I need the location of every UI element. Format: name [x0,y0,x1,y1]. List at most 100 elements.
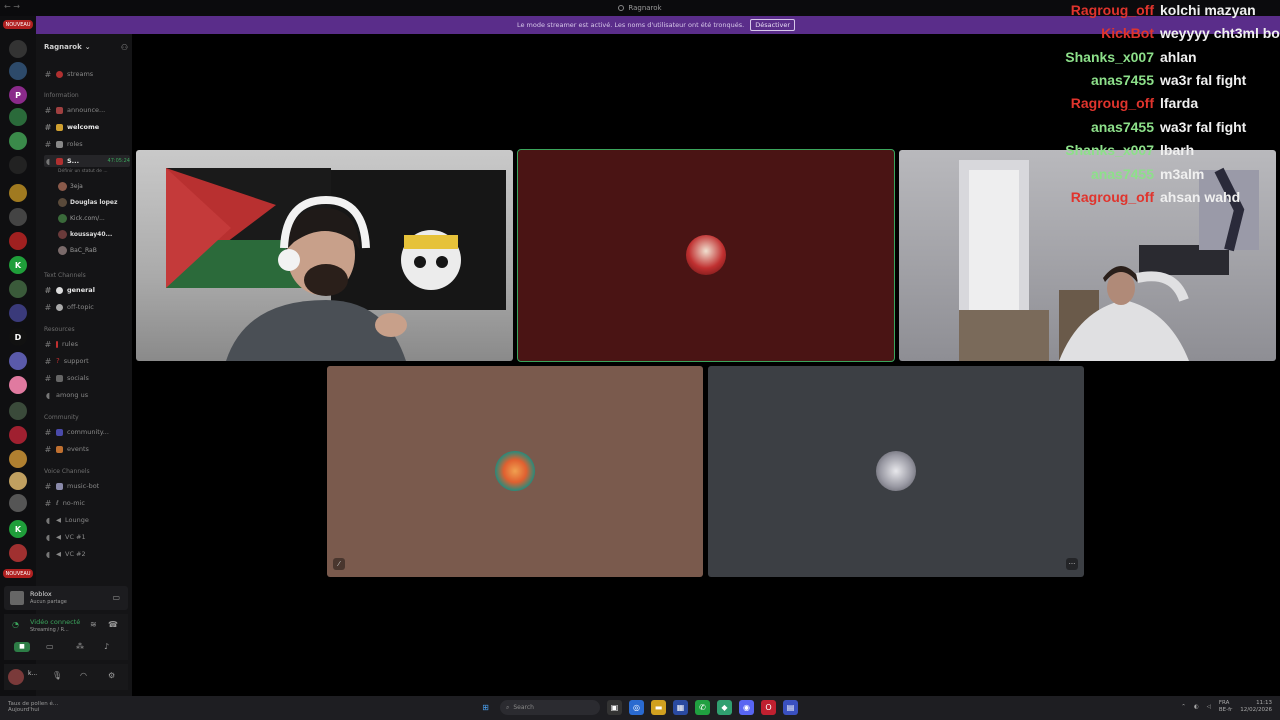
volume-icon[interactable]: ◁ [1207,704,1211,710]
hash-icon: # [44,139,52,149]
kick-server-icon[interactable]: K [9,256,27,274]
channel-off-topic[interactable]: # off-topic [44,301,130,313]
nav-arrows-icon[interactable]: ← → [4,2,20,11]
voice-status-text: Vidéo connecté [30,618,81,626]
channel-label: Lounge [65,516,89,524]
voice-status-sub: Streaming / R... [30,627,69,633]
chat-message: KickBot weyyyy cht3ml bo [1040,23,1280,43]
network-icon[interactable]: ◐ [1194,704,1199,710]
channel-roles[interactable]: # roles [44,138,130,150]
file-explorer-icon[interactable]: ▬ [651,700,666,715]
voice-user[interactable]: 3eja [58,180,128,192]
noise-suppression-icon[interactable]: ≋ [90,620,97,629]
screen-share-icon[interactable]: ▭ [112,593,120,602]
kick-server-icon[interactable]: K [9,520,27,538]
hash-icon: # [44,356,52,366]
video-tile-user[interactable] [517,149,895,362]
chevron-up-icon[interactable]: ⌃ [1181,704,1186,710]
opera-icon[interactable]: O [761,700,776,715]
system-tray: ⌃ ◐ ◁ FRA BE-fr 11:13 12/02/2026 [1181,700,1272,714]
app-icon[interactable]: ◆ [717,700,732,715]
channel-rules[interactable]: # rules [44,338,130,350]
server-icon[interactable] [9,280,27,298]
category-information[interactable]: Information [44,92,79,99]
weather-widget[interactable]: Taux de pollen é... Aujourd'hui [8,701,58,713]
video-tile-webcam[interactable] [136,150,513,361]
channel-music-bot[interactable]: # music-bot [44,480,130,492]
server-icon[interactable] [9,156,27,174]
channel-support[interactable]: #? support [44,355,130,367]
category-voice[interactable]: Voice Channels [44,468,90,475]
speaker-icon: ◀ [56,533,61,541]
channel-announcements[interactable]: # announce... [44,104,130,116]
activities-icon[interactable]: ⁂ [76,642,84,651]
server-icon[interactable] [9,376,27,394]
server-icon[interactable] [9,544,27,562]
discord-icon[interactable]: ◉ [739,700,754,715]
camera-icon[interactable]: ■ [14,642,30,652]
activity-panel[interactable]: Roblox Aucun partage ▭ [4,586,128,610]
task-view-icon[interactable]: ▣ [607,700,622,715]
server-icon[interactable] [9,352,27,370]
server-icon[interactable] [9,62,27,80]
store-icon[interactable]: ▦ [673,700,688,715]
server-icon[interactable] [9,426,27,444]
category-community[interactable]: Community [44,414,79,421]
channel-streams[interactable]: # streams [44,68,130,80]
gear-icon[interactable]: ⚙ [108,671,115,680]
channel-welcome[interactable]: # welcome [44,121,130,133]
disable-streamer-mode-button[interactable]: Désactiver [750,19,796,31]
voice-user[interactable]: BaC_RaB [58,244,128,256]
voice-channel-among-us[interactable]: ◖ among us [44,389,130,401]
category-text[interactable]: Text Channels [44,272,86,279]
video-tile-user[interactable]: ⁄ [327,366,703,577]
clock[interactable]: 11:13 12/02/2026 [1240,700,1272,714]
search-placeholder: Search [513,704,534,711]
server-icon[interactable] [9,472,27,490]
chrome-icon[interactable]: ◎ [629,700,644,715]
channel-label: among us [56,391,89,399]
more-options-icon[interactable]: ··· [1066,558,1078,570]
server-icon[interactable] [9,494,27,512]
channel-socials[interactable]: # socials [44,372,130,384]
soundboard-icon[interactable]: ♪ [104,642,109,651]
language-indicator[interactable]: FRA BE-fr [1219,700,1232,714]
voice-user[interactable]: Kick.com/... [58,212,128,224]
server-header[interactable]: Ragnarok ⌄ ⚇ [44,41,128,53]
community-icon [56,428,63,436]
voice-user[interactable]: koussay40... [58,228,128,240]
whatsapp-icon[interactable]: ✆ [695,700,710,715]
channel-no-mic[interactable]: # ℓ no-mic [44,497,130,509]
channel-community[interactable]: # community... [44,426,130,438]
server-icon[interactable]: D [9,328,27,346]
server-icon[interactable]: P [9,86,27,104]
channel-events[interactable]: # events [44,443,130,455]
server-icon[interactable] [9,402,27,420]
app-icon[interactable]: ▤ [783,700,798,715]
server-icon[interactable] [9,450,27,468]
voice-channel-vc1[interactable]: ◖ ◀ VC #1 [44,531,130,543]
windows-start-icon[interactable]: ⊞ [478,700,493,715]
taskbar-search[interactable]: ⌕ Search [500,700,600,715]
disconnect-icon[interactable]: ☎ [108,620,118,629]
microphone-icon[interactable]: 🎙︎ [52,671,62,680]
server-icon[interactable] [9,108,27,126]
invite-icon[interactable]: ⚇ [121,43,128,52]
video-tile-user[interactable]: ··· [708,366,1084,577]
role-icon [56,140,63,148]
server-icon[interactable] [9,232,27,250]
server-icon[interactable] [9,184,27,202]
server-icon[interactable] [9,40,27,58]
voice-channel-lounge[interactable]: ◖ ◀ Lounge [44,514,130,526]
server-icon[interactable] [9,208,27,226]
server-icon[interactable] [9,304,27,322]
server-icon[interactable] [9,132,27,150]
voice-user-name: 3eja [70,182,83,190]
voice-channel-vc2[interactable]: ◖ ◀ VC #2 [44,548,130,560]
avatar[interactable] [8,669,24,685]
category-resources[interactable]: Resources [44,326,75,333]
channel-general[interactable]: # general [44,284,130,296]
voice-user[interactable]: Douglas lopez [58,196,128,208]
headphones-icon[interactable]: ◠ [80,671,87,680]
screen-share-icon[interactable]: ▭ [46,642,54,651]
